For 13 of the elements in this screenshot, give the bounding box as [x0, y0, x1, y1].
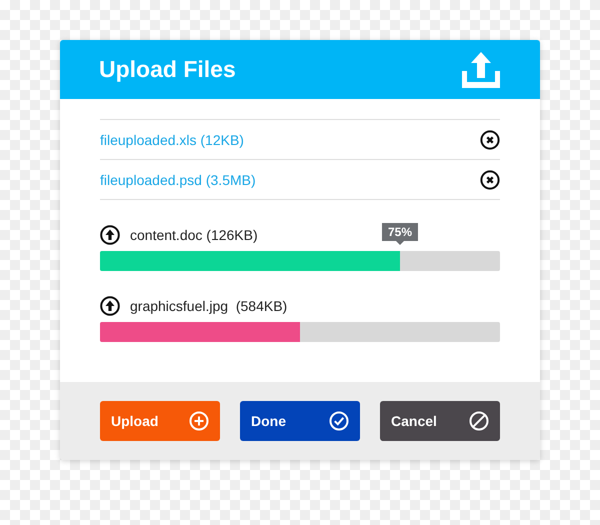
dialog-title: Upload Files [99, 56, 236, 83]
file-name: graphicsfuel.jpg (584KB) [130, 298, 288, 314]
done-button[interactable]: Done [240, 401, 360, 441]
file-link[interactable]: fileuploaded.xls (12KB) [100, 132, 244, 148]
prohibited-icon [469, 411, 489, 431]
file-name: content.doc (126KB) [130, 227, 258, 243]
checkmark-icon [329, 411, 349, 431]
remove-icon[interactable] [480, 170, 500, 190]
cancel-button[interactable]: Cancel [380, 401, 500, 441]
remove-icon[interactable] [480, 130, 500, 150]
plus-icon [189, 411, 209, 431]
upload-button[interactable]: Upload [100, 401, 220, 441]
file-link[interactable]: fileuploaded.psd (3.5MB) [100, 172, 256, 188]
